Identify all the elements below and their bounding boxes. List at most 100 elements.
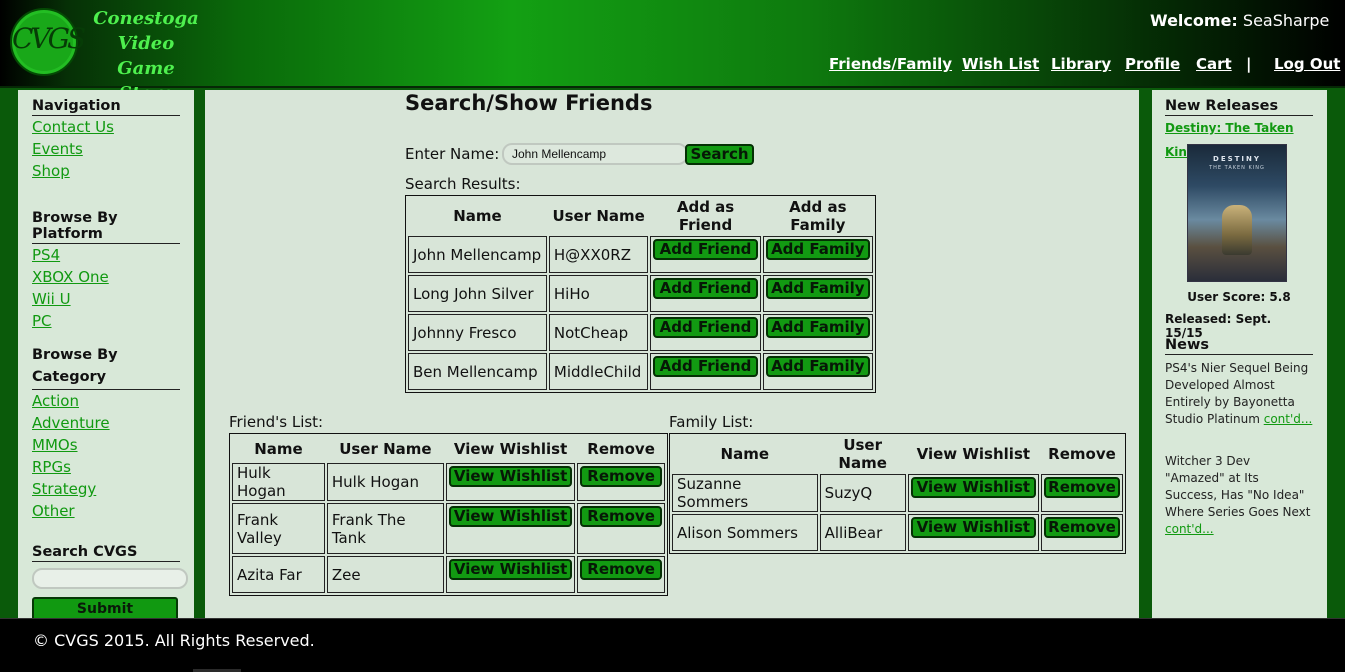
family-list-label: Family List: [669,413,754,431]
cover-subtitle: THE TAKEN KING [1209,165,1265,171]
nav-library[interactable]: Library [1051,55,1111,73]
cell-user-name: HiHo [548,275,649,312]
logo-mark: CVGS [12,22,86,55]
table-row: Johnny Fresco NotCheap Add Friend Add Famil… [408,314,873,351]
add-friend-button[interactable]: Add Friend [653,239,758,260]
add-friend-button[interactable]: Add Friend [653,278,758,299]
friends-header-row: Name User Name View Wishlist Remove [232,436,665,461]
platform-heading: Browse By Platform [32,210,180,244]
site-header: CVGS Conestoga Video Game Store Welcome:… [0,0,1345,104]
left-sidebar: Navigation Contact Us Events Shop Browse… [18,90,194,621]
link-pc[interactable]: PC [32,310,180,332]
add-family-button[interactable]: Add Family [765,356,870,377]
link-shop[interactable]: Shop [32,160,180,182]
navigation-section: Navigation Contact Us Events Shop [32,98,180,182]
cell-remove: Remove [1040,474,1123,512]
cell-user-name: SuzyQ [819,474,906,512]
link-other[interactable]: Other [32,500,180,522]
friend-search-input[interactable]: John Mellencamp [502,143,688,165]
page-title: Search/Show Friends [405,91,653,115]
search-results-label: Search Results: [405,175,521,193]
search-button[interactable]: Search [685,144,754,165]
remove-button[interactable]: Remove [580,559,662,580]
link-wii-u[interactable]: Wii U [32,288,180,310]
cell-remove: Remove [577,503,665,554]
link-mmos[interactable]: MMOs [32,434,180,456]
cell-name: John Mellencamp [408,236,547,273]
remove-button[interactable]: Remove [580,466,662,487]
add-family-button[interactable]: Add Family [765,317,870,338]
view-wishlist-button[interactable]: View Wishlist [910,477,1036,498]
link-rpgs[interactable]: RPGs [32,456,180,478]
cell-add-family: Add Family [762,353,873,390]
copyright-text: © CVGS 2015. All Rights Reserved. [33,631,315,650]
col-add-friend: Add as Friend [676,198,735,234]
cell-name: Azita Far [232,556,325,593]
news-continue-link[interactable]: cont'd... [1165,522,1214,536]
col-remove: Remove [587,439,655,458]
cell-add-family: Add Family [762,275,873,312]
link-ps4[interactable]: PS4 [32,244,180,266]
link-contact-us[interactable]: Contact Us [32,116,180,138]
cell-view-wishlist: View Wishlist [445,503,576,554]
cell-remove: Remove [577,463,665,501]
col-user-name: User Name [552,207,645,225]
view-wishlist-button[interactable]: View Wishlist [448,559,573,580]
site-logo[interactable]: CVGS [10,8,86,76]
cell-user-name: MiddleChild [548,353,649,390]
table-row: Alison Sommers AlliBear View Wishlist Remov… [672,514,1123,551]
nav-wish-list[interactable]: Wish List [962,55,1039,73]
cell-remove: Remove [577,556,665,593]
game-cover-image[interactable]: DESTINY THE TAKEN KING [1187,144,1287,282]
view-wishlist-button[interactable]: View Wishlist [910,517,1036,538]
link-xbox-one[interactable]: XBOX One [32,266,180,288]
category-section: Browse By Category Action Adventure MMOs… [32,344,180,522]
cell-view-wishlist: View Wishlist [907,514,1039,551]
nav-log-out[interactable]: Log Out [1274,55,1340,73]
cell-user-name: H@XX0RZ [548,236,649,273]
cell-user-name: Frank The Tank [326,503,444,554]
cell-add-friend: Add Friend [650,236,761,273]
table-row: Long John Silver HiHo Add Friend Add Family [408,275,873,312]
add-friend-button[interactable]: Add Friend [653,317,758,338]
cell-name: Ben Mellencamp [408,353,547,390]
view-wishlist-button[interactable]: View Wishlist [448,506,573,527]
cell-add-family: Add Family [762,236,873,273]
remove-button[interactable]: Remove [1043,477,1120,498]
add-family-button[interactable]: Add Family [765,278,870,299]
family-table: Name User Name View Wishlist Remove Suza… [669,433,1126,554]
cell-view-wishlist: View Wishlist [907,474,1039,512]
add-family-button[interactable]: Add Family [765,239,870,260]
news-continue-link[interactable]: cont'd... [1264,412,1313,426]
nav-friends-family[interactable]: Friends/Family [829,55,952,73]
nav-cart[interactable]: Cart [1196,55,1232,73]
cell-name: Johnny Fresco [408,314,547,351]
family-header-row: Name User Name View Wishlist Remove [672,436,1123,472]
news-item: PS4's Nier Sequel Being Developed Almost… [1165,360,1313,428]
cell-user-name: NotCheap [548,314,649,351]
cell-add-friend: Add Friend [650,275,761,312]
nav-profile[interactable]: Profile [1125,55,1180,73]
col-name: Name [453,207,502,225]
remove-button[interactable]: Remove [1043,517,1120,538]
news-item: Witcher 3 Dev "Amazed" at Its Success, H… [1165,453,1313,538]
col-user-name: User Name [339,439,432,458]
user-score: User Score: 5.8 [1187,290,1291,304]
search-section: Search CVGS [32,544,180,562]
cover-figure [1222,205,1252,255]
table-row: Ben Mellencamp MiddleChild Add Friend Add F… [408,353,873,390]
add-friend-button[interactable]: Add Friend [653,356,758,377]
link-events[interactable]: Events [32,138,180,160]
view-wishlist-button[interactable]: View Wishlist [448,466,573,487]
link-adventure[interactable]: Adventure [32,412,180,434]
new-releases-heading: New Releases [1165,98,1313,116]
site-search-input[interactable] [32,568,188,589]
cell-add-family: Add Family [762,314,873,351]
remove-button[interactable]: Remove [580,506,662,527]
link-strategy[interactable]: Strategy [32,478,180,500]
cell-name: Frank Valley [232,503,325,554]
welcome-message: Welcome: SeaSharpe [1150,11,1329,30]
cell-remove: Remove [1040,514,1123,551]
cell-view-wishlist: View Wishlist [445,556,576,593]
link-action[interactable]: Action [32,390,180,412]
